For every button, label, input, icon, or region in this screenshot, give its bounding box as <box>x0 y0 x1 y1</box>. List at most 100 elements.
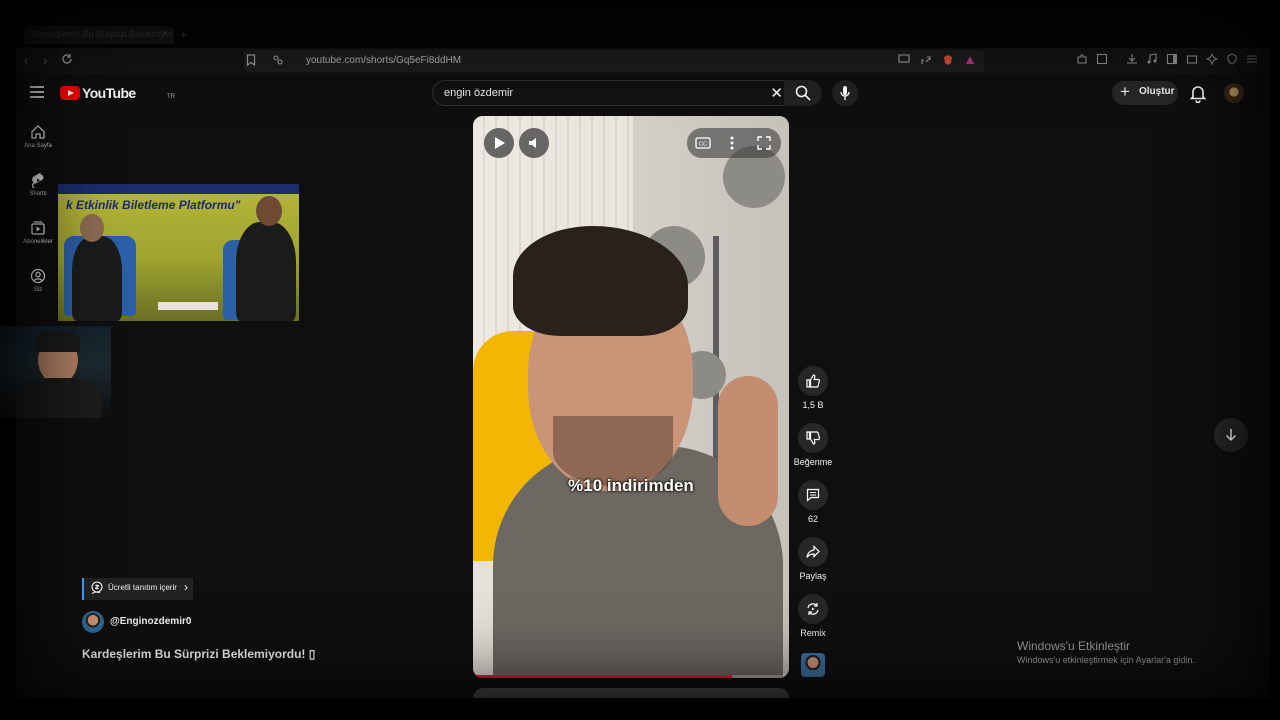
youtube-page: YouTube TR engin özdemir ✕ + Oluştur Ana… <box>0 74 1270 698</box>
sidebar-item-you[interactable]: Siz <box>16 268 60 293</box>
arrow-down-icon <box>1225 429 1237 442</box>
channel-avatar[interactable] <box>82 611 104 633</box>
like-count: 1,5 B <box>802 400 824 410</box>
channel-name[interactable]: @Enginozdemir0 <box>110 616 191 627</box>
play-button[interactable] <box>484 128 514 158</box>
sidebar-item-home[interactable]: Ana Sayfa <box>16 124 60 149</box>
windows-activation-title: Windows'u Etkinleştir <box>1017 639 1130 653</box>
youtube-wordmark: YouTube <box>82 85 136 101</box>
paid-promotion-badge[interactable]: Ücretli tanıtım içerir › <box>82 578 193 600</box>
voice-search-button[interactable] <box>832 80 858 106</box>
browser-tab-bar: Kardeşlerim Bu Sürprizi Beklemiyordu × + <box>0 0 1280 48</box>
download-icon[interactable] <box>1126 53 1138 69</box>
menu-icon[interactable] <box>1246 53 1258 69</box>
overlay-banner <box>58 184 299 194</box>
thumbs-down-icon <box>806 431 820 445</box>
search-value: engin özdemir <box>444 87 514 99</box>
fullscreen-icon[interactable] <box>757 136 771 150</box>
more-options-icon[interactable] <box>730 136 734 150</box>
thumbs-up-icon <box>806 374 820 388</box>
bookmark-icon[interactable] <box>246 54 256 70</box>
svg-text:CC: CC <box>699 142 707 148</box>
comment-icon <box>806 488 820 502</box>
address-bar[interactable]: youtube.com/shorts/Gq5eFi8ddHM <box>244 50 984 72</box>
back-button[interactable]: ‹ <box>24 53 28 69</box>
cast-icon[interactable] <box>898 54 910 68</box>
new-tab-button[interactable]: + <box>180 27 188 42</box>
progress-fill <box>473 675 733 678</box>
notifications-bell-icon[interactable] <box>1188 83 1208 103</box>
channel-thumbnail[interactable] <box>801 653 825 677</box>
search-input[interactable]: engin özdemir ✕ <box>432 80 792 106</box>
comments-button[interactable]: 62 <box>789 480 837 524</box>
vpn-icon[interactable] <box>1226 53 1238 69</box>
sidebar-icon[interactable] <box>1166 53 1178 69</box>
windows-activation-subtitle: Windows'u etkinleştirmek için Ayarlar'a … <box>1017 655 1195 665</box>
remix-button[interactable]: Remix <box>789 594 837 638</box>
tab-close-icon[interactable]: × <box>162 28 168 39</box>
microphone-icon <box>840 86 850 100</box>
dislike-label: Beğenme <box>793 457 833 467</box>
volume-button[interactable] <box>519 128 549 158</box>
shorts-player[interactable]: %10 indirimden CC <box>473 116 789 678</box>
wallet-icon[interactable] <box>1186 53 1198 69</box>
paid-badge-label: Ücretli tanıtım içerir <box>108 583 177 592</box>
sidebar-item-label: Siz <box>33 287 43 293</box>
guide-menu-icon[interactable] <box>30 86 44 98</box>
share-arrow-icon <box>806 545 820 558</box>
subscriptions-icon <box>31 221 45 235</box>
site-settings-icon[interactable] <box>272 54 284 70</box>
reload-icon[interactable] <box>61 53 73 69</box>
webcam-overlay <box>0 326 111 418</box>
search-button[interactable] <box>784 80 822 106</box>
browser-tab[interactable]: Kardeşlerim Bu Sürprizi Beklemiyordu × <box>24 26 174 44</box>
share-icon[interactable] <box>920 54 932 70</box>
url-text[interactable]: youtube.com/shorts/Gq5eFi8ddHM <box>306 55 461 66</box>
brave-shield-icon[interactable] <box>942 54 954 70</box>
overlay-banner-text: k Etkinlik Biletleme Platformu" <box>66 198 241 212</box>
sidebar-item-shorts[interactable]: Shorts <box>16 172 60 197</box>
video-title: Kardeşlerim Bu Sürprizi Beklemiyordu! ▯ <box>82 647 316 661</box>
stream-overlay-video: k Etkinlik Biletleme Platformu" <box>58 184 299 321</box>
sidebar-item-label: Shorts <box>29 191 47 197</box>
you-icon <box>30 268 46 284</box>
youtube-play-icon <box>60 86 80 100</box>
search-icon <box>795 85 811 101</box>
tab-title: Kardeşlerim Bu Sürprizi Beklemiyordu <box>32 29 174 39</box>
remix-label: Remix <box>800 628 826 638</box>
sidebar-item-label: Ana Sayfa <box>24 143 52 149</box>
sidebar-item-label: Abonelikler <box>23 239 53 245</box>
browser-toolbar: ‹ › youtube.com/shorts/Gq5eFi8ddHM <box>16 48 1270 74</box>
brave-rewards-icon[interactable] <box>964 54 976 70</box>
reader-icon[interactable] <box>1096 53 1108 69</box>
remix-icon <box>807 603 819 615</box>
shorts-icon <box>32 172 44 188</box>
clear-search-icon[interactable]: ✕ <box>770 84 783 102</box>
plus-icon: + <box>1120 82 1130 101</box>
next-short-preview[interactable] <box>473 688 789 698</box>
share-button[interactable]: Paylaş <box>789 537 837 581</box>
account-avatar[interactable] <box>1224 83 1244 103</box>
home-icon <box>31 125 45 139</box>
sidebar-item-subscriptions[interactable]: Abonelikler <box>16 220 60 245</box>
create-label: Oluştur <box>1139 86 1175 97</box>
dislike-button[interactable]: Beğenme <box>789 423 837 467</box>
video-caption: %10 indirimden <box>568 476 694 495</box>
captions-icon[interactable]: CC <box>695 137 711 149</box>
paid-promotion-icon <box>91 581 103 594</box>
like-button[interactable]: 1,5 B <box>789 366 837 410</box>
youtube-logo[interactable]: YouTube TR <box>60 85 175 101</box>
next-video-button[interactable] <box>1214 418 1248 452</box>
forward-button[interactable]: › <box>43 53 47 69</box>
music-icon[interactable] <box>1146 53 1158 69</box>
chevron-right-icon: › <box>184 580 188 594</box>
create-button[interactable]: + Oluştur <box>1112 81 1178 105</box>
share-label: Paylaş <box>799 571 827 581</box>
progress-bar[interactable] <box>473 675 789 678</box>
volume-icon <box>529 138 536 148</box>
player-controls-right: CC <box>687 128 781 158</box>
comment-count: 62 <box>807 514 818 524</box>
country-code: TR <box>167 94 175 100</box>
extensions-icon[interactable] <box>1076 53 1088 69</box>
leo-ai-icon[interactable] <box>1205 52 1219 69</box>
